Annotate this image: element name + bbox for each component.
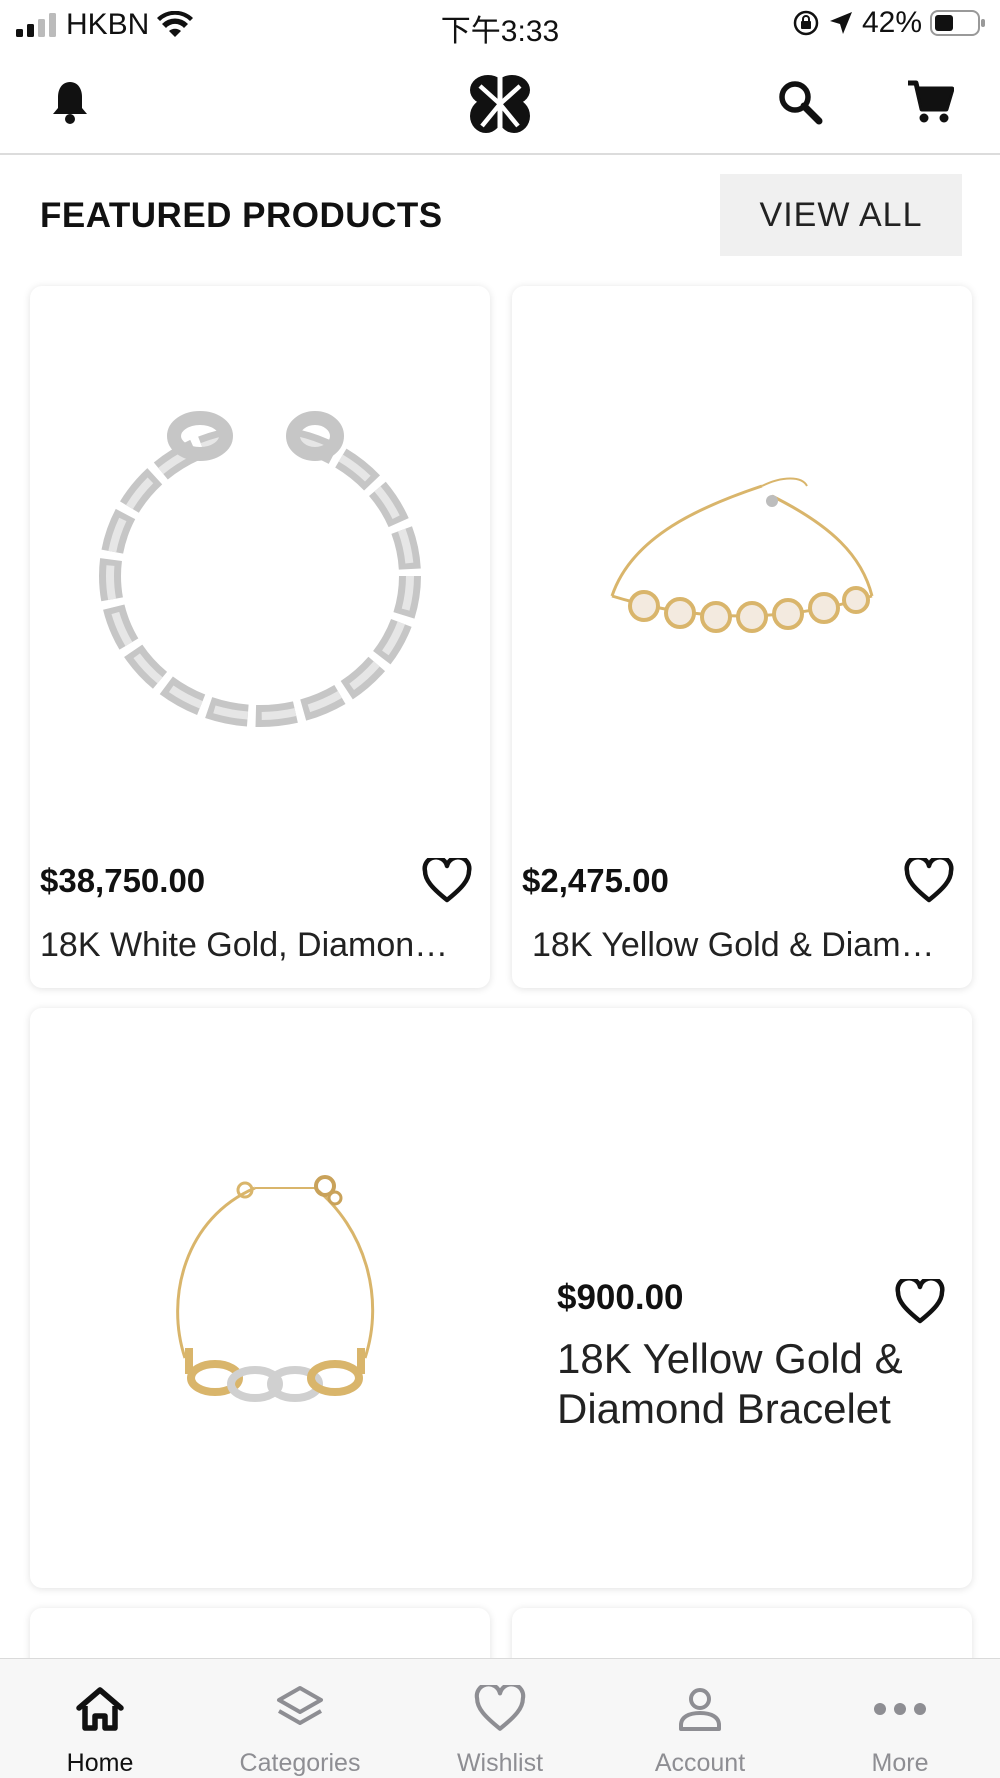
tab-wishlist[interactable]: Wishlist — [400, 1659, 600, 1778]
silver-chain-bracelet-image — [99, 411, 421, 727]
tab-label: Categories — [239, 1749, 361, 1777]
tab-label: Home — [66, 1749, 134, 1777]
heart-outline-icon — [422, 858, 472, 903]
home-icon — [72, 1681, 128, 1737]
view-all-button[interactable]: VIEW ALL — [720, 174, 962, 256]
tab-label: Wishlist — [456, 1749, 544, 1777]
cart-button[interactable] — [900, 72, 960, 132]
battery-percent: 42% — [861, 6, 922, 39]
product-image[interactable] — [512, 286, 972, 846]
bell-icon — [53, 82, 87, 124]
brand-logo-icon — [470, 75, 530, 133]
product-name[interactable]: 18K White Gold, Diamon… — [40, 926, 480, 965]
product-price: $2,475.00 — [522, 862, 669, 899]
orientation-lock-icon — [793, 10, 819, 36]
bottom-tab-bar: Home Categories Wishlist Account More — [0, 1658, 1000, 1778]
product-image[interactable] — [30, 286, 490, 846]
tab-more[interactable]: More — [800, 1659, 1000, 1778]
tab-label: Account — [654, 1749, 746, 1777]
brand-logo[interactable] — [460, 66, 540, 142]
heart-outline-icon — [904, 858, 954, 903]
location-arrow-icon — [829, 12, 852, 34]
tab-account[interactable]: Account — [600, 1659, 800, 1778]
top-nav-bar — [0, 52, 1000, 155]
search-button[interactable] — [770, 72, 830, 132]
wishlist-button[interactable] — [902, 854, 956, 908]
status-bar: HKBN 下午3:33 42% — [0, 0, 1000, 52]
tab-label: More — [871, 1749, 929, 1777]
featured-products-header: FEATURED PRODUCTS VIEW ALL — [0, 172, 1000, 258]
search-icon — [779, 81, 823, 125]
cart-icon — [908, 80, 954, 123]
battery-icon — [930, 10, 985, 36]
product-card[interactable]: $2,475.00 18K Yellow Gold & Diam… — [512, 286, 972, 988]
wishlist-button[interactable] — [892, 1274, 948, 1330]
product-name[interactable]: 18K Yellow Gold & Diam… — [532, 926, 962, 965]
product-price: $38,750.00 — [40, 862, 206, 899]
heart-outline-icon — [895, 1279, 945, 1324]
person-icon — [672, 1681, 728, 1737]
tab-categories[interactable]: Categories — [200, 1659, 400, 1778]
product-price: $900.00 — [557, 1278, 684, 1317]
product-card[interactable]: $38,750.00 18K White Gold, Diamon… — [30, 286, 490, 988]
wishlist-button[interactable] — [420, 854, 474, 908]
heart-icon — [472, 1681, 528, 1737]
gold-infinity-bracelet-image — [176, 1175, 375, 1402]
gold-bezel-bracelet-image — [610, 477, 874, 633]
notifications-button[interactable] — [40, 72, 100, 132]
more-icon — [872, 1681, 928, 1737]
product-image[interactable] — [30, 1008, 520, 1588]
layers-icon — [272, 1681, 328, 1737]
tab-home[interactable]: Home — [0, 1659, 200, 1778]
status-right: 42% — [792, 6, 986, 40]
product-name[interactable]: 18K Yellow Gold & Diamond Bracelet — [557, 1334, 947, 1434]
product-card[interactable]: $900.00 18K Yellow Gold & Diamond Bracel… — [30, 1008, 972, 1588]
section-title: FEATURED PRODUCTS — [40, 196, 443, 235]
